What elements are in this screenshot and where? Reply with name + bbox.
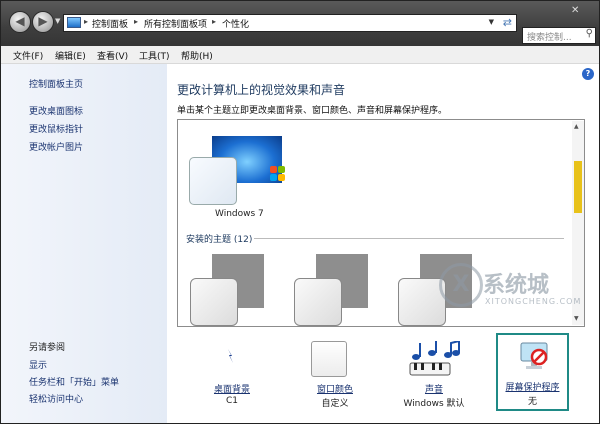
windows-logo-icon — [270, 166, 286, 182]
change-account-picture-link[interactable]: 更改帐户图片 — [29, 140, 83, 153]
search-icon[interactable]: ⚲ — [586, 28, 593, 39]
title-address-bar: ◀ ▶ ▼ ▸ 控制面板 ▸ 所有控制面板项 ▸ 个性化 ▼ ⇄ ✕ — [1, 1, 599, 46]
desktop-background-icon — [228, 349, 233, 363]
site-watermark: X 系统城 XITONGCHENG.COM — [435, 259, 581, 323]
address-dropdown-icon[interactable]: ▼ — [489, 18, 494, 26]
installed-theme-item[interactable] — [178, 254, 278, 326]
window-color-setting[interactable]: 窗口颜色 自定义 — [295, 339, 375, 409]
desktop-background-value: C1 — [225, 396, 238, 406]
section-divider — [254, 238, 564, 239]
forward-button[interactable]: ▶ — [32, 11, 54, 33]
breadcrumb-control-panel[interactable]: 控制面板 — [92, 17, 128, 30]
page-title: 更改计算机上的视觉效果和声音 — [177, 83, 346, 97]
screen-saver-link[interactable]: 屏幕保护程序 — [493, 380, 572, 393]
recent-pages-dropdown[interactable]: ▼ — [55, 17, 60, 25]
control-panel-icon — [67, 17, 81, 28]
search-placeholder: 搜索控制... — [527, 33, 572, 43]
watermark-main-text: 系统城 — [483, 273, 550, 298]
theme-glass-tile — [190, 278, 238, 326]
desktop-background-setting[interactable]: 桌面背景 C1 — [192, 339, 272, 409]
music-notes-icon — [409, 341, 460, 376]
scroll-thumb[interactable] — [574, 161, 582, 213]
change-desktop-icons-link[interactable]: 更改桌面图标 — [29, 104, 83, 117]
page-subtitle: 单击某个主题立即更改桌面背景、窗口颜色、声音和屏幕保护程序。 — [177, 106, 448, 116]
close-icon[interactable]: ✕ — [571, 5, 579, 16]
installed-themes-heading: 安装的主题 (12) — [186, 235, 253, 245]
installed-theme-item[interactable] — [282, 254, 382, 326]
window-color-link[interactable]: 窗口颜色 — [295, 382, 375, 395]
watermark-logo-icon: X — [439, 263, 483, 307]
menu-edit[interactable]: 编辑(E) — [55, 49, 86, 62]
sounds-link[interactable]: 声音 — [394, 382, 474, 395]
sounds-value: Windows 默认 — [403, 399, 465, 409]
control-panel-home-link[interactable]: 控制面板主页 — [29, 77, 83, 90]
personalization-window: ◀ ▶ ▼ ▸ 控制面板 ▸ 所有控制面板项 ▸ 个性化 ▼ ⇄ ✕ 搜索控制.… — [0, 0, 600, 424]
change-mouse-pointers-link[interactable]: 更改鼠标指针 — [29, 122, 83, 135]
arrow-left-icon: ◀ — [15, 14, 25, 28]
breadcrumb-personalization[interactable]: 个性化 — [222, 17, 249, 30]
menu-file[interactable]: 文件(F) — [13, 49, 43, 62]
address-bar[interactable]: ▸ 控制面板 ▸ 所有控制面板项 ▸ 个性化 ▼ ⇄ — [63, 14, 517, 32]
menu-help[interactable]: 帮助(H) — [181, 49, 213, 62]
breadcrumb-separator-icon: ▸ — [212, 17, 217, 26]
taskbar-start-menu-link[interactable]: 任务栏和「开始」菜单 — [29, 375, 119, 388]
screen-saver-icon — [520, 342, 548, 369]
breadcrumb-all-items[interactable]: 所有控制面板项 — [144, 17, 207, 30]
arrow-right-icon: ▶ — [38, 14, 48, 28]
sounds-setting[interactable]: 声音 Windows 默认 — [394, 339, 474, 409]
ease-of-access-link[interactable]: 轻松访问中心 — [29, 392, 83, 405]
window-color-icon — [311, 341, 347, 377]
back-button[interactable]: ◀ — [9, 11, 31, 33]
breadcrumb-separator-icon: ▸ — [84, 17, 89, 26]
menu-tools[interactable]: 工具(T) — [139, 49, 170, 62]
see-also-heading: 另请参阅 — [29, 343, 66, 353]
search-input[interactable]: 搜索控制... ⚲ — [522, 27, 596, 44]
refresh-icon[interactable]: ⇄ — [503, 16, 512, 29]
screen-saver-value: 无 — [527, 397, 537, 407]
theme-glass-tile — [189, 157, 237, 205]
menu-bar: 文件(F) 编辑(E) 查看(V) 工具(T) 帮助(H) — [1, 46, 599, 64]
theme-name: Windows 7 — [215, 209, 264, 219]
menu-view[interactable]: 查看(V) — [97, 49, 128, 62]
theme-glass-tile — [294, 278, 342, 326]
desktop-background-link[interactable]: 桌面背景 — [192, 382, 272, 395]
help-icon[interactable]: ? — [582, 68, 594, 80]
scroll-up-icon[interactable]: ▲ — [574, 123, 579, 130]
watermark-sub-text: XITONGCHENG.COM — [485, 297, 582, 306]
left-nav-pane: 控制面板主页 更改桌面图标 更改鼠标指针 更改帐户图片 另请参阅 显示 任务栏和… — [1, 64, 167, 423]
breadcrumb-separator-icon: ▸ — [134, 17, 139, 26]
window-color-value: 自定义 — [321, 399, 349, 409]
display-link[interactable]: 显示 — [29, 358, 47, 371]
screen-saver-setting[interactable]: 屏幕保护程序 无 — [496, 333, 569, 411]
